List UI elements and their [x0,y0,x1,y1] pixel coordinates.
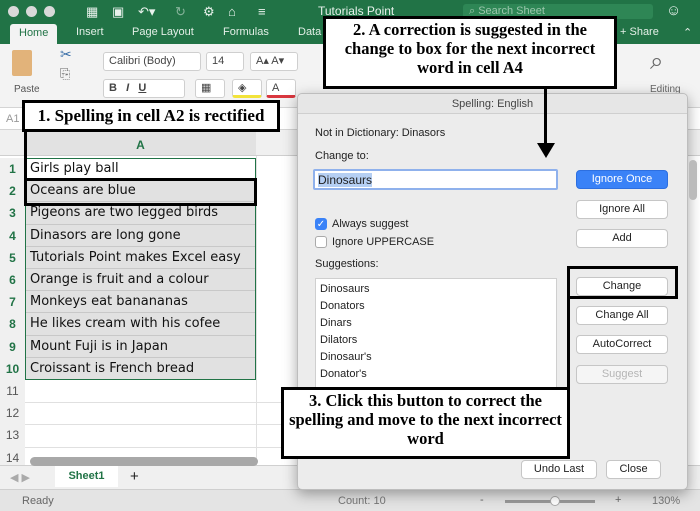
tab-data[interactable]: Data [298,26,321,38]
paste-label[interactable]: Paste [14,84,40,95]
row-header[interactable]: 1 [0,158,25,181]
grid-line [25,402,315,404]
ignore-once-button[interactable]: Ignore Once [576,170,668,189]
suggestion-item[interactable]: Dinars [316,315,556,332]
save-icon[interactable]: ▣ [112,4,124,20]
cell-a2-highlight [24,178,257,206]
vertical-scrollbar[interactable] [689,160,697,200]
row-header[interactable]: 7 [0,291,25,314]
dialog-title: Spelling: English [298,94,687,114]
row-header[interactable]: 2 [0,180,25,203]
always-suggest-checkbox[interactable]: ✓ [315,218,327,230]
horizontal-scrollbar[interactable] [30,457,258,466]
paste-icon[interactable] [12,50,32,76]
copy-icon[interactable]: ⎘ [60,66,70,82]
undo-last-button[interactable]: Undo Last [521,460,597,479]
font-size-select[interactable]: 14 [206,52,244,71]
suggestion-item[interactable]: Dilators [316,332,556,349]
add-button[interactable]: Add [576,229,668,248]
cut-icon[interactable]: ✂ [60,46,72,63]
status-bar: Ready Count: 10 - + 130% [0,489,700,511]
tab-formulas[interactable]: Formulas [223,26,269,38]
autocorrect-button[interactable]: AutoCorrect [576,335,668,354]
row-header[interactable]: 9 [0,335,25,358]
annotation-3: 3. Click this button to correct the spel… [281,387,570,459]
change-button-highlight [567,266,678,299]
row-header[interactable]: 8 [0,313,25,336]
font-name-select[interactable]: Calibri (Body) [103,52,201,71]
font-style-buttons[interactable]: B I U [103,79,185,98]
zoom-level: 130% [652,495,681,507]
row-header[interactable]: 3 [0,202,25,225]
annotation-2-arrow-line [544,88,547,144]
customize-icon[interactable]: ≡ [258,4,266,19]
suggestion-item[interactable]: Dinosaur's [316,349,556,366]
arrow-down-icon [537,143,555,158]
grid-line [25,424,315,426]
tab-page-layout[interactable]: Page Layout [132,26,194,38]
redo-icon[interactable]: ↻ [175,4,186,20]
bold-button[interactable]: B [109,82,117,94]
suggest-button[interactable]: Suggest [576,365,668,384]
ignore-uppercase-label: Ignore UPPERCASE [332,236,435,248]
always-suggest-label: Always suggest [332,218,409,230]
row-header[interactable]: 6 [0,269,25,292]
change-to-label: Change to: [315,150,369,162]
font-color-button[interactable]: A [266,79,296,98]
grid-line [25,446,315,448]
close-window-button[interactable] [8,6,19,17]
annotation-3-line [567,297,570,389]
sheet-nav-arrows[interactable]: ◀ ▶ [10,471,30,484]
row-header[interactable]: 4 [0,224,25,247]
editing-search-icon[interactable]: ⌕ [650,48,663,76]
row-header[interactable]: 11 [0,380,25,403]
share-label: Share [629,26,659,38]
underline-button[interactable]: U [138,82,146,94]
suggestion-item[interactable]: Donators [316,298,556,315]
row-header[interactable]: 5 [0,246,25,269]
tab-insert[interactable]: Insert [76,26,104,38]
suggestion-item[interactable]: Donator's [316,366,556,383]
name-box[interactable]: A1 [6,113,19,125]
sidebar-icon[interactable]: ▦ [86,4,98,20]
ignore-uppercase-checkbox[interactable] [315,236,327,248]
annotation-2: 2. A correction is suggested in the chan… [323,16,617,89]
status-count: Count: 10 [338,495,386,507]
close-button[interactable]: Close [606,460,661,479]
borders-button[interactable]: ▦ [195,79,225,98]
suggestions-label: Suggestions: [315,258,379,270]
font-grow-shrink[interactable]: A▴ A▾ [250,52,298,71]
change-all-button[interactable]: Change All [576,306,668,325]
zoom-slider-thumb[interactable] [550,496,560,506]
collapse-ribbon-icon[interactable]: ⌃ [683,26,692,39]
undo-icon[interactable]: ↶▾ [138,4,155,20]
home-icon[interactable]: ⌂ [228,4,236,19]
settings-icon[interactable]: ⚙ [203,4,215,20]
smiley-feedback-icon[interactable]: ☺ [666,2,681,19]
tab-home[interactable]: Home [10,24,58,44]
italic-button[interactable]: I [126,82,129,94]
add-sheet-button[interactable]: + [130,468,139,485]
row-header[interactable]: 10 [0,357,25,380]
minimize-window-button[interactable] [26,6,37,17]
annotation-1-line [24,130,27,180]
annotation-1: 1. Spelling in cell A2 is rectified [22,100,280,132]
zoom-in-button[interactable]: + [615,494,621,506]
sheet-tab-sheet1[interactable]: Sheet1 [55,466,118,487]
share-button[interactable]: + Share [620,26,659,38]
maximize-window-button[interactable] [44,6,55,17]
row-header[interactable]: 12 [0,402,25,425]
column-header-a[interactable]: A [25,130,256,155]
zoom-out-button[interactable]: - [480,494,484,506]
row-header[interactable]: 13 [0,424,25,447]
fill-color-button[interactable]: ◈ [232,79,262,98]
change-to-value: Dinosaurs [318,173,373,187]
not-in-dictionary-label: Not in Dictionary: Dinasors [315,127,446,139]
ignore-all-button[interactable]: Ignore All [576,200,668,219]
suggestions-list[interactable]: Dinosaurs Donators Dinars Dilators Dinosaur'… [315,278,557,388]
status-ready: Ready [22,495,54,507]
suggestion-item[interactable]: Dinosaurs [316,281,556,298]
change-to-input[interactable]: Dinosaurs [313,169,558,190]
